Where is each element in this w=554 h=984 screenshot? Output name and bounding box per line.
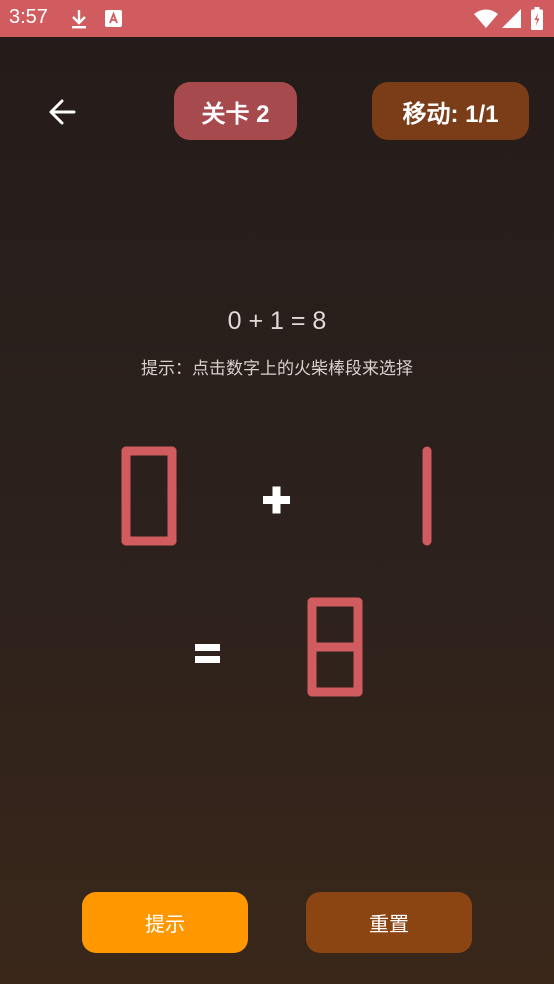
digit-0	[121, 446, 177, 546]
equals-sign	[195, 644, 220, 663]
hint-button[interactable]: 提示	[82, 892, 248, 953]
digit-8	[307, 597, 363, 697]
matchstick-board	[121, 446, 432, 697]
plus-operator	[263, 486, 290, 514]
reset-button[interactable]: 重置	[306, 892, 472, 953]
